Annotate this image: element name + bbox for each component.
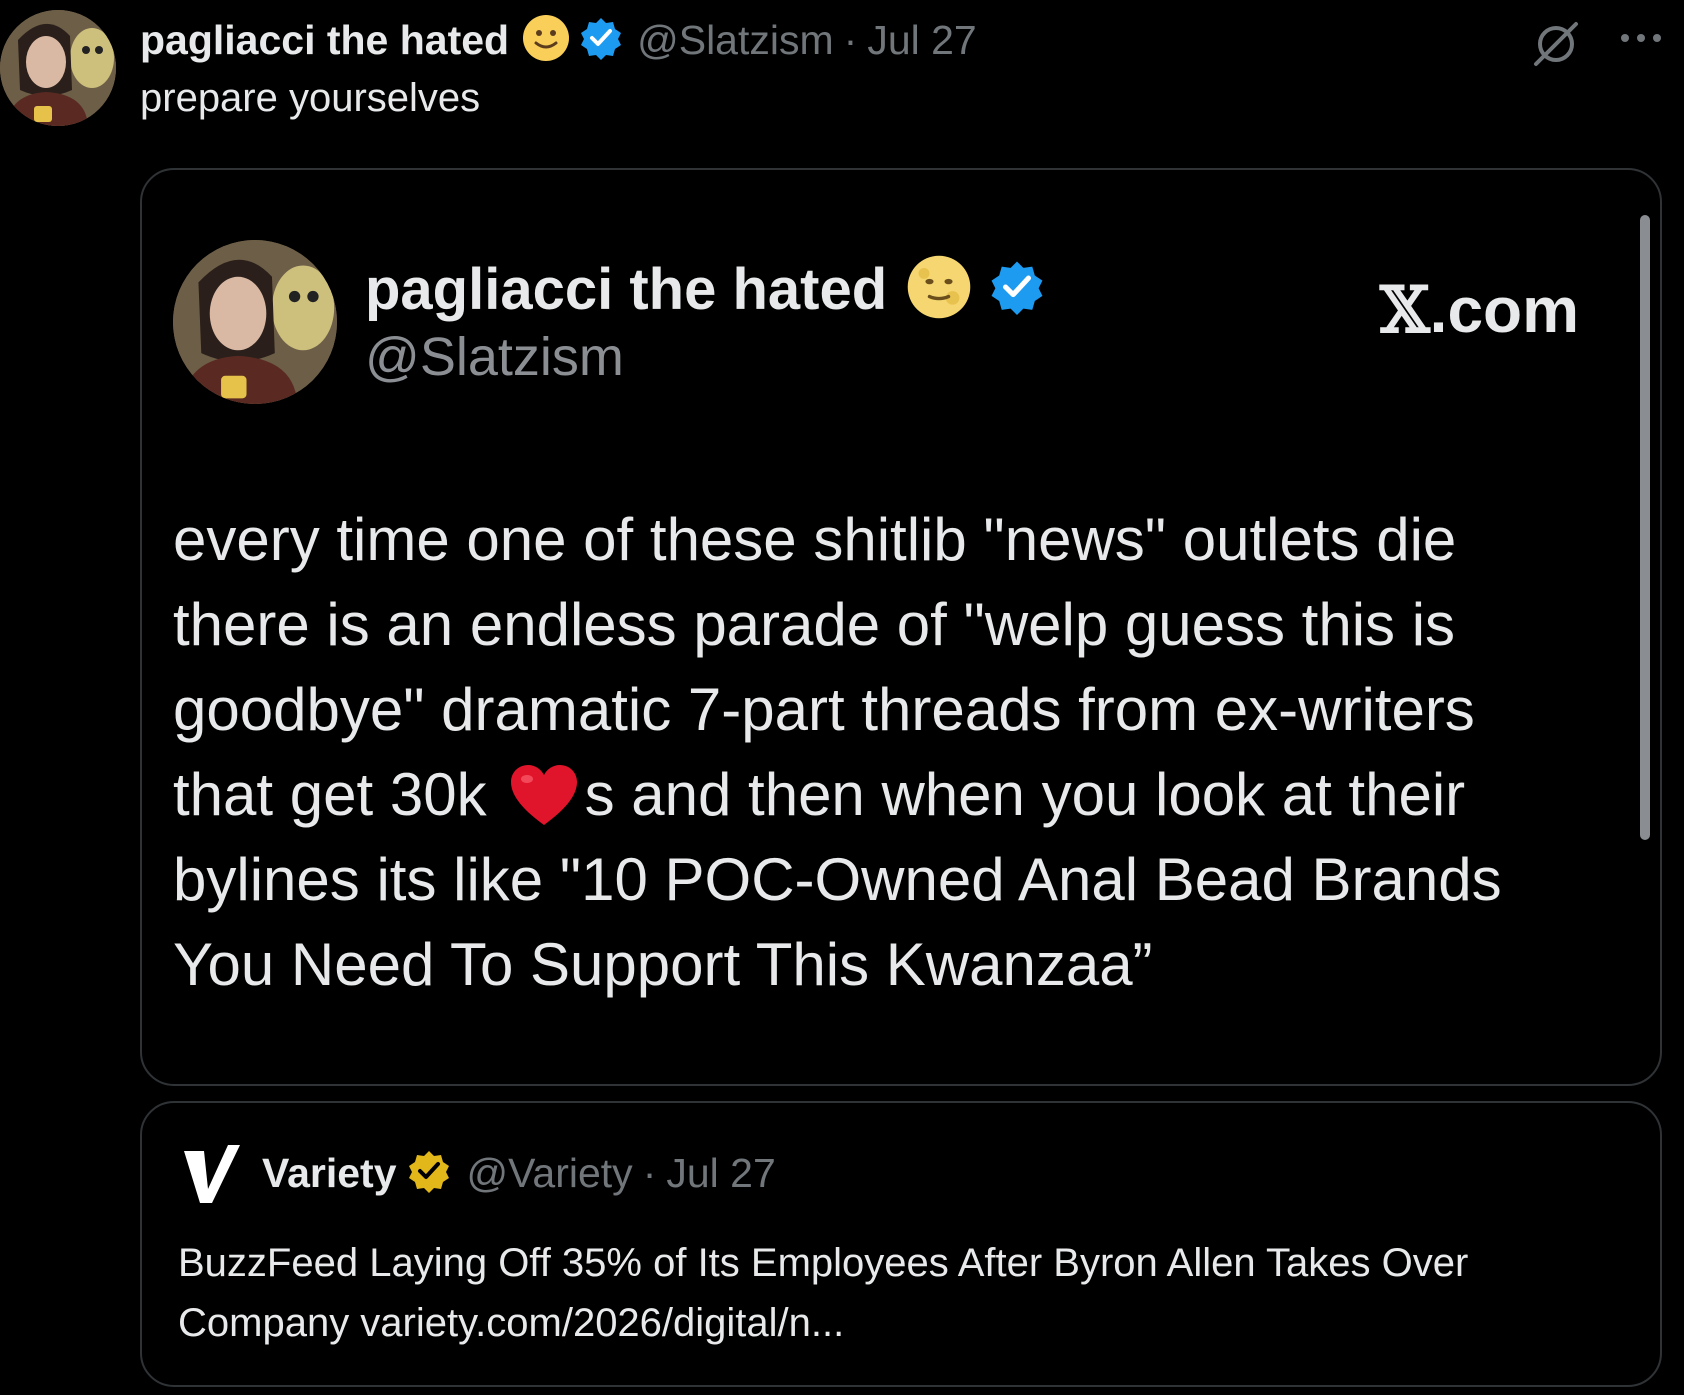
quoted-author-name[interactable]: Variety [262, 1150, 397, 1197]
body-line-4-end: s and then when you look at their [584, 761, 1466, 828]
quoted-tweet-text: BuzzFeed Laying Off 35% of Its Employees… [178, 1233, 1638, 1353]
author-avatar[interactable] [0, 10, 116, 126]
body-line-4: that get 30k s and then when you look at … [173, 752, 1573, 837]
xcom-watermark: 𝕏.com [1380, 273, 1579, 348]
quoted-tweet-date[interactable]: Jul 27 [666, 1150, 775, 1197]
quoted-text-line-1: BuzzFeed Laying Off 35% of Its Employees… [178, 1241, 1469, 1285]
verified-badge-icon[interactable] [579, 16, 623, 65]
gold-verified-icon[interactable] [407, 1149, 451, 1198]
body-line-2: there is an endless parade of "welp gues… [173, 591, 1456, 658]
tweet-header: pagliacci the hated @Slatzism · Jul 27 [140, 12, 977, 68]
screenshot-handle: @Slatzism [365, 327, 624, 387]
meta-separator: · [843, 16, 858, 63]
slightly-smiling-face-icon [521, 13, 571, 68]
author-name[interactable]: pagliacci the hated [140, 17, 509, 64]
quoted-tweet-header: Variety @Variety · Jul 27 [262, 1145, 776, 1201]
screenshot-name-row: pagliacci the hated [365, 252, 1045, 326]
quoted-text-line-2[interactable]: Company variety.com/2026/digital/n... [178, 1293, 1638, 1353]
scrollbar[interactable] [1640, 215, 1650, 840]
quoted-author-handle[interactable]: @Variety [467, 1150, 633, 1197]
body-line-3: goodbye" dramatic 7-part threads from ex… [173, 676, 1475, 743]
screenshot-verified-icon [989, 259, 1045, 320]
variety-logo-icon[interactable] [178, 1137, 248, 1207]
watermark-suffix: .com [1429, 274, 1580, 346]
x-logo-icon: 𝕏 [1380, 273, 1430, 348]
author-handle[interactable]: @Slatzism [637, 17, 834, 64]
screenshot-body: every time one of these shitlib "news" o… [173, 497, 1573, 1007]
screenshot-avatar [173, 240, 337, 404]
body-line-4-start: that get 30k [173, 761, 487, 828]
body-line-5: bylines its like "10 POC-Owned Anal Bead… [173, 846, 1502, 913]
grok-icon[interactable] [1530, 18, 1582, 70]
tweet-text: prepare yourselves [140, 76, 481, 120]
full-moon-face-icon [905, 253, 973, 326]
quoted-meta-separator: · [642, 1149, 657, 1196]
body-line-6: You Need To Support This Kwanzaa” [173, 931, 1153, 998]
more-options-icon[interactable] [1615, 18, 1667, 58]
screenshot-display-name: pagliacci the hated [365, 256, 888, 322]
tweet-date[interactable]: Jul 27 [867, 17, 976, 64]
body-line-1: every time one of these shitlib "news" o… [173, 506, 1457, 573]
